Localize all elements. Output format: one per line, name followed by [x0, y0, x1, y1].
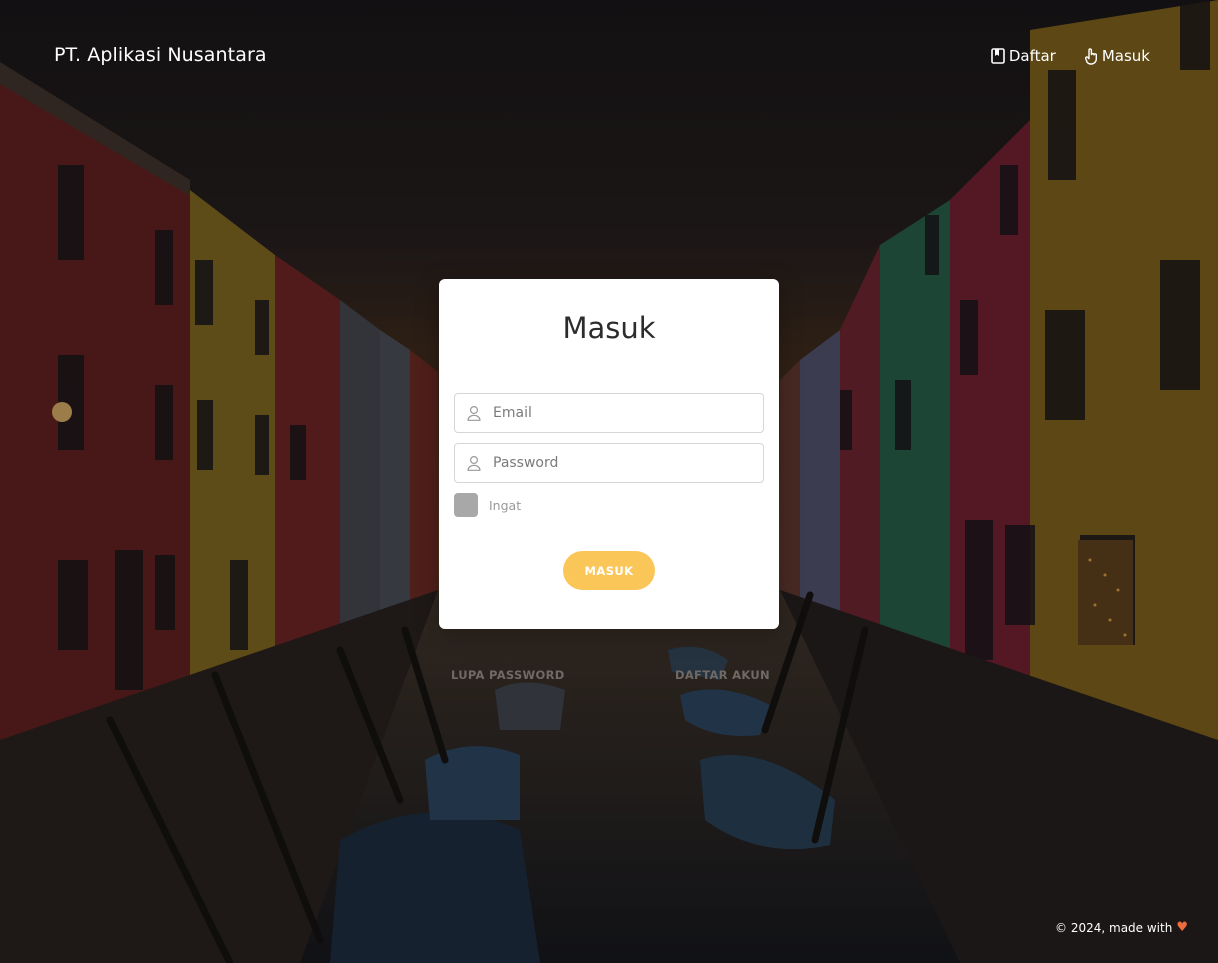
login-button[interactable]: MASUK — [563, 551, 655, 590]
remember-checkbox[interactable] — [454, 493, 478, 517]
top-nav: Daftar Masuk — [991, 47, 1150, 65]
email-field-group — [454, 393, 764, 433]
footer: © 2024, made with ♥ — [1055, 920, 1188, 935]
forgot-password-link[interactable]: LUPA PASSWORD — [451, 668, 565, 682]
password-input[interactable] — [493, 444, 763, 482]
register-account-link[interactable]: DAFTAR AKUN — [675, 668, 770, 682]
remember-row: Ingat — [454, 493, 521, 517]
hand-pointer-icon — [1084, 47, 1098, 65]
nav-daftar-label: Daftar — [1008, 47, 1056, 65]
heart-icon: ♥ — [1176, 920, 1188, 935]
password-field-group — [454, 443, 764, 483]
user-icon — [455, 405, 493, 421]
book-icon — [991, 48, 1005, 64]
email-input[interactable] — [493, 394, 763, 432]
nav-masuk[interactable]: Masuk — [1084, 47, 1150, 65]
user-icon — [455, 455, 493, 471]
footer-text: © 2024, made with — [1055, 920, 1173, 935]
nav-daftar[interactable]: Daftar — [991, 47, 1056, 65]
remember-label[interactable]: Ingat — [489, 498, 521, 513]
login-card: Masuk Ingat MASUK — [439, 279, 779, 629]
nav-masuk-label: Masuk — [1101, 47, 1150, 65]
login-title: Masuk — [562, 311, 656, 345]
brand-logo[interactable]: PT. Aplikasi Nusantara — [54, 44, 267, 66]
